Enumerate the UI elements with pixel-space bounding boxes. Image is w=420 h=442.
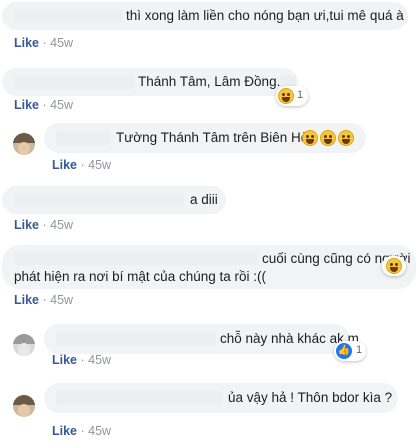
like-link[interactable]: Like bbox=[14, 98, 39, 112]
redacted-name bbox=[56, 131, 110, 145]
timestamp[interactable]: 45w bbox=[50, 36, 73, 50]
comment-bubble: cuối cùng cũng có người phát hiện ra nơi… bbox=[2, 245, 416, 289]
timestamp[interactable]: 45w bbox=[50, 218, 73, 232]
redacted-name bbox=[56, 391, 222, 405]
timestamp[interactable]: 45w bbox=[88, 424, 111, 438]
comment-bubble: ủa vậy hả ! Thôn bdor kìa ? bbox=[44, 383, 398, 413]
like-link[interactable]: Like bbox=[14, 218, 39, 232]
comment-meta: Like · 45w bbox=[14, 218, 74, 232]
reaction-badge[interactable]: 1 bbox=[276, 86, 308, 106]
reaction-count: 1 bbox=[297, 89, 304, 101]
comment-bubble: thì xong làm liền cho nóng bạn ưi,tui mê… bbox=[2, 2, 408, 30]
like-link[interactable]: Like bbox=[52, 158, 77, 172]
comment-bubble: a diii bbox=[2, 186, 226, 214]
comment-bubble: Thánh Tâm, Lâm Đồng. bbox=[2, 68, 298, 96]
reaction-badge[interactable]: 👍 1 bbox=[334, 341, 366, 361]
avatar[interactable] bbox=[13, 334, 35, 356]
laughing-emoji-icon bbox=[278, 88, 294, 104]
comment-meta: Like · 45w bbox=[52, 424, 112, 438]
laughing-emoji-icon bbox=[338, 130, 354, 146]
reaction-badge[interactable] bbox=[382, 256, 406, 276]
reaction-count: 1 bbox=[356, 344, 363, 356]
comment-text: ủa vậy hả ! Thôn bdor kìa ? bbox=[228, 390, 393, 405]
comment-meta: Like · 45w bbox=[52, 353, 112, 367]
comment-meta: Like · 45w bbox=[14, 36, 74, 50]
comment-bubble: chỗ này nhà khác ak m bbox=[44, 324, 359, 354]
redacted-name bbox=[14, 193, 184, 207]
timestamp[interactable]: 45w bbox=[50, 293, 73, 307]
timestamp[interactable]: 45w bbox=[88, 353, 111, 367]
comment-text: a diii bbox=[190, 192, 218, 207]
redacted-name bbox=[14, 75, 134, 89]
comment-text-line2: phát hiện ra nơi bí mật của chúng ta rồi… bbox=[14, 269, 266, 284]
comment-text: Thánh Tâm, Lâm Đồng. bbox=[138, 74, 281, 89]
like-icon: 👍 bbox=[336, 343, 352, 359]
comment-meta: Like · 45w bbox=[52, 158, 112, 172]
comment-bubble: Tường Thánh Tâm trên Biên Hòa bbox=[44, 123, 366, 153]
laughing-emoji-icon bbox=[386, 258, 402, 274]
avatar[interactable] bbox=[13, 395, 35, 417]
comment-text: Tường Thánh Tâm trên Biên Hòa bbox=[116, 130, 316, 145]
timestamp[interactable]: 45w bbox=[50, 98, 73, 112]
comment-text: thì xong làm liền cho nóng bạn ưi,tui mê… bbox=[126, 8, 404, 23]
like-link[interactable]: Like bbox=[52, 424, 77, 438]
redacted-name bbox=[56, 332, 216, 346]
comment-meta: Like · 45w bbox=[14, 293, 74, 307]
avatar[interactable] bbox=[13, 133, 35, 155]
like-link[interactable]: Like bbox=[52, 353, 77, 367]
like-link[interactable]: Like bbox=[14, 36, 39, 50]
comment-meta: Like · 45w bbox=[14, 98, 74, 112]
redacted-name bbox=[14, 9, 122, 23]
redacted-name bbox=[14, 251, 258, 265]
laughing-emoji-icon bbox=[320, 130, 336, 146]
laughing-emoji-icon bbox=[302, 130, 318, 146]
like-link[interactable]: Like bbox=[14, 293, 39, 307]
timestamp[interactable]: 45w bbox=[88, 158, 111, 172]
